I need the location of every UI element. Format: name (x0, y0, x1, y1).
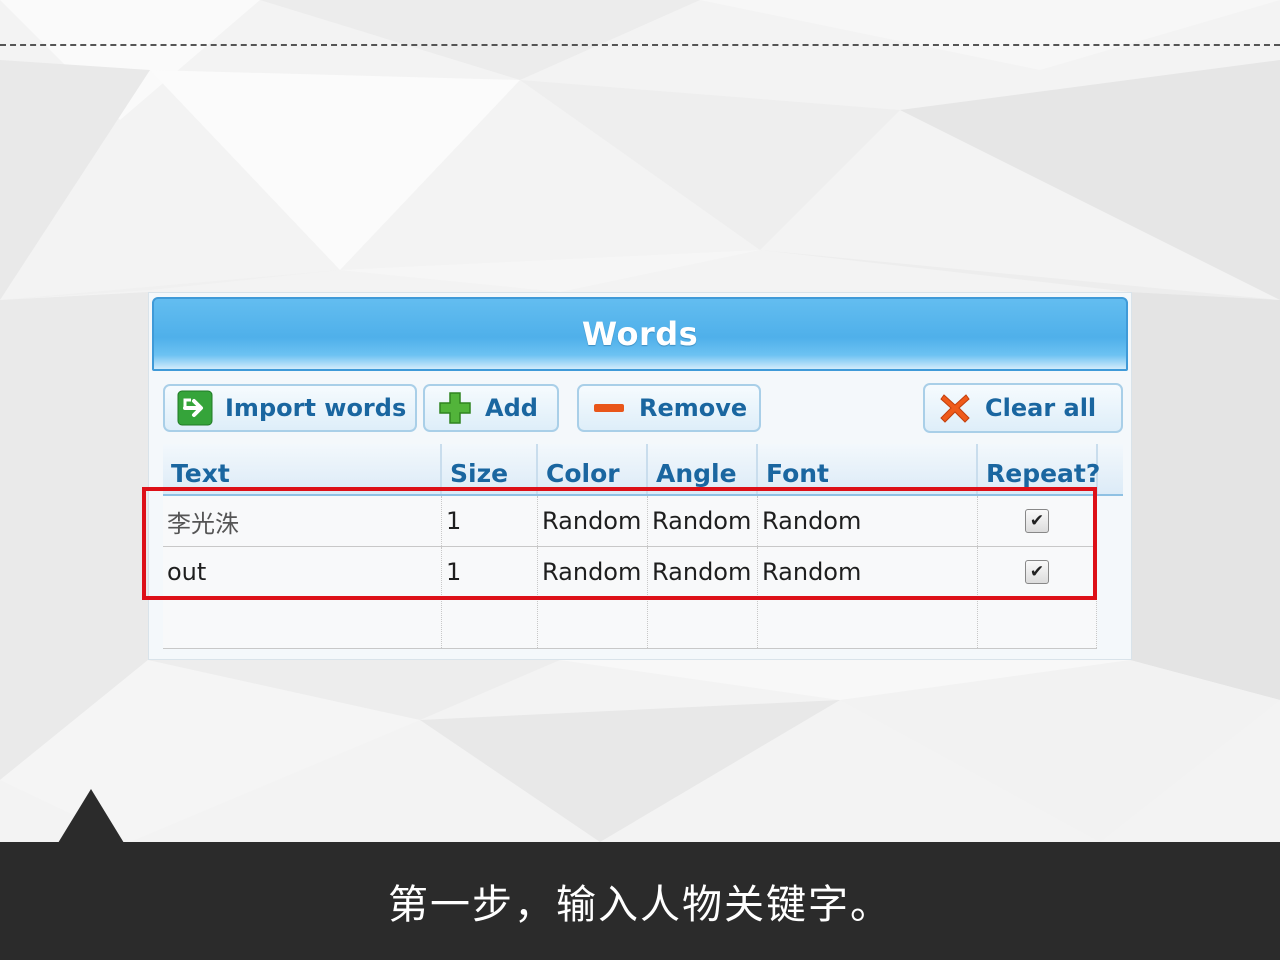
add-button[interactable]: Add (423, 384, 559, 432)
words-title-bar: Words (152, 297, 1128, 371)
caption-bar: 第一步，输入人物关键字。 (0, 842, 1280, 960)
plus-icon (437, 390, 473, 426)
import-words-button[interactable]: Import words (163, 384, 417, 432)
remove-button[interactable]: Remove (577, 384, 761, 432)
close-x-icon (937, 390, 973, 426)
minus-icon (591, 390, 627, 426)
table-row-empty[interactable] (163, 598, 1097, 649)
add-label: Add (485, 394, 538, 422)
import-arrow-icon (177, 390, 213, 426)
cell-repeat[interactable] (978, 598, 1097, 648)
words-title: Words (581, 315, 699, 353)
cell-size[interactable] (442, 598, 538, 648)
highlight-box (142, 487, 1097, 600)
words-panel: Words Import words Add Remove Clear all … (148, 292, 1132, 660)
pointer-triangle (58, 789, 124, 843)
cell-angle[interactable] (648, 598, 758, 648)
import-words-label: Import words (225, 394, 407, 422)
clear-all-label: Clear all (985, 394, 1097, 422)
remove-label: Remove (639, 394, 748, 422)
cell-font[interactable] (758, 598, 978, 648)
clear-all-button[interactable]: Clear all (923, 383, 1123, 433)
cell-color[interactable] (538, 598, 648, 648)
cell-text[interactable] (163, 598, 442, 648)
dashed-divider (0, 44, 1280, 46)
caption-text: 第一步，输入人物关键字。 (388, 882, 892, 928)
